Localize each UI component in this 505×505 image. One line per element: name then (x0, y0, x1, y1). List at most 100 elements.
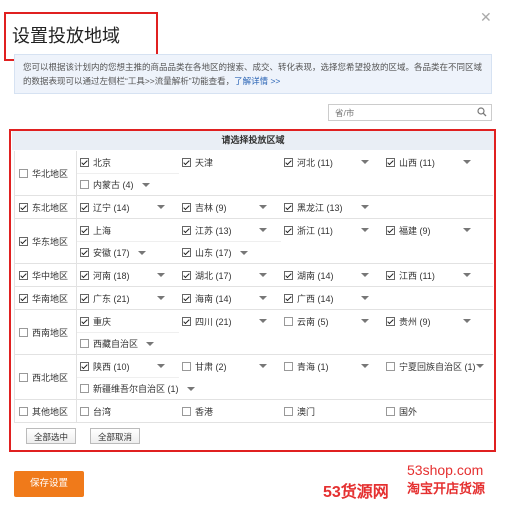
expand-arrow-icon[interactable] (259, 273, 267, 277)
province-option[interactable]: 甘肃 (2) (179, 355, 281, 377)
province-option[interactable]: 山东 (17) (179, 241, 281, 263)
region-option[interactable]: 华中地区 (15, 264, 77, 286)
province-option[interactable]: 湖北 (17) (179, 264, 281, 286)
province-checkbox[interactable] (284, 361, 293, 371)
expand-arrow-icon[interactable] (361, 296, 369, 300)
province-option[interactable]: 贵州 (9) (383, 310, 485, 332)
expand-arrow-icon[interactable] (475, 364, 484, 368)
province-option[interactable]: 新疆维吾尔自治区 (1) (77, 377, 195, 399)
province-option[interactable]: 内蒙古 (4) (77, 173, 179, 195)
province-option[interactable]: 福建 (9) (383, 219, 485, 241)
search-icon[interactable] (477, 107, 487, 117)
province-option[interactable]: 天津 (179, 151, 281, 173)
expand-arrow-icon[interactable] (157, 364, 165, 368)
province-checkbox[interactable] (80, 157, 89, 167)
region-option[interactable]: 其他地区 (15, 400, 77, 422)
region-option[interactable]: 华北地区 (15, 151, 77, 195)
province-option[interactable]: 广西 (14) (281, 287, 383, 309)
expand-arrow-icon[interactable] (361, 319, 369, 323)
province-checkbox[interactable] (284, 270, 293, 280)
province-option[interactable]: 陕西 (10) (77, 355, 179, 377)
region-checkbox[interactable] (19, 236, 28, 246)
province-checkbox[interactable] (80, 339, 89, 348)
province-option[interactable]: 江苏 (13) (179, 219, 281, 241)
region-option[interactable]: 东北地区 (15, 196, 77, 218)
expand-arrow-icon[interactable] (239, 250, 248, 255)
region-checkbox[interactable] (19, 372, 28, 382)
expand-arrow-icon[interactable] (259, 228, 267, 232)
expand-arrow-icon[interactable] (259, 205, 267, 209)
expand-arrow-icon[interactable] (361, 273, 369, 277)
expand-arrow-icon[interactable] (361, 205, 369, 209)
province-option[interactable]: 安徽 (17) (77, 241, 179, 263)
province-checkbox[interactable] (182, 248, 191, 257)
expand-arrow-icon[interactable] (157, 296, 165, 300)
close-icon[interactable]: ✕ (480, 9, 492, 26)
province-checkbox[interactable] (80, 293, 89, 303)
region-option[interactable]: 西南地区 (15, 310, 77, 354)
expand-arrow-icon[interactable] (137, 250, 146, 255)
province-checkbox[interactable] (182, 270, 191, 280)
province-checkbox[interactable] (386, 225, 395, 235)
province-checkbox[interactable] (182, 361, 191, 371)
province-checkbox[interactable] (284, 157, 293, 167)
region-checkbox[interactable] (19, 327, 28, 337)
region-option[interactable]: 华南地区 (15, 287, 77, 309)
region-checkbox[interactable] (19, 202, 28, 212)
expand-arrow-icon[interactable] (157, 273, 165, 277)
region-checkbox[interactable] (19, 270, 28, 280)
province-option[interactable]: 辽宁 (14) (77, 196, 179, 218)
expand-arrow-icon[interactable] (463, 228, 471, 232)
expand-arrow-icon[interactable] (259, 319, 267, 323)
province-checkbox[interactable] (284, 316, 293, 326)
region-option[interactable]: 华东地区 (15, 219, 77, 263)
province-checkbox[interactable] (80, 202, 89, 212)
select-all-button[interactable]: 全部选中 (26, 428, 76, 444)
province-option[interactable]: 云南 (5) (281, 310, 383, 332)
province-option[interactable]: 宁夏回族自治区 (1) (383, 355, 485, 377)
province-option[interactable]: 江西 (11) (383, 264, 485, 286)
province-option[interactable]: 四川 (21) (179, 310, 281, 332)
province-checkbox[interactable] (182, 157, 191, 167)
expand-arrow-icon[interactable] (157, 205, 165, 209)
province-checkbox[interactable] (182, 202, 191, 212)
deselect-all-button[interactable]: 全部取消 (90, 428, 140, 444)
province-checkbox[interactable] (80, 316, 89, 326)
province-option[interactable]: 北京 (77, 151, 179, 173)
province-option[interactable]: 山西 (11) (383, 151, 485, 173)
expand-arrow-icon[interactable] (141, 182, 150, 187)
province-checkbox[interactable] (386, 157, 395, 167)
expand-arrow-icon[interactable] (361, 228, 369, 232)
province-option[interactable]: 河南 (18) (77, 264, 179, 286)
province-option[interactable]: 西藏自治区 (77, 332, 179, 354)
province-checkbox[interactable] (386, 270, 395, 280)
region-checkbox[interactable] (19, 293, 28, 303)
province-checkbox[interactable] (386, 361, 395, 371)
province-checkbox[interactable] (386, 316, 395, 326)
province-option[interactable]: 上海 (77, 219, 179, 241)
province-option[interactable]: 香港 (179, 400, 281, 422)
learn-more-link[interactable]: 了解详情 >> (234, 76, 280, 86)
province-checkbox[interactable] (284, 202, 293, 212)
province-checkbox[interactable] (182, 316, 191, 326)
province-option[interactable]: 台湾 (77, 400, 179, 422)
province-checkbox[interactable] (80, 406, 89, 416)
expand-arrow-icon[interactable] (463, 273, 471, 277)
province-option[interactable]: 浙江 (11) (281, 219, 383, 241)
province-checkbox[interactable] (284, 225, 293, 235)
province-checkbox[interactable] (80, 180, 89, 189)
province-checkbox[interactable] (284, 293, 293, 303)
province-option[interactable]: 湖南 (14) (281, 264, 383, 286)
expand-arrow-icon[interactable] (146, 341, 155, 346)
expand-arrow-icon[interactable] (361, 160, 369, 164)
expand-arrow-icon[interactable] (259, 296, 267, 300)
save-settings-button[interactable]: 保存设置 (14, 471, 84, 497)
province-option[interactable]: 海南 (14) (179, 287, 281, 309)
province-option[interactable]: 国外 (383, 400, 485, 422)
expand-arrow-icon[interactable] (463, 319, 471, 323)
province-checkbox[interactable] (80, 270, 89, 280)
province-option[interactable]: 青海 (1) (281, 355, 383, 377)
province-checkbox[interactable] (80, 384, 89, 393)
expand-arrow-icon[interactable] (186, 386, 195, 391)
region-option[interactable]: 西北地区 (15, 355, 77, 399)
